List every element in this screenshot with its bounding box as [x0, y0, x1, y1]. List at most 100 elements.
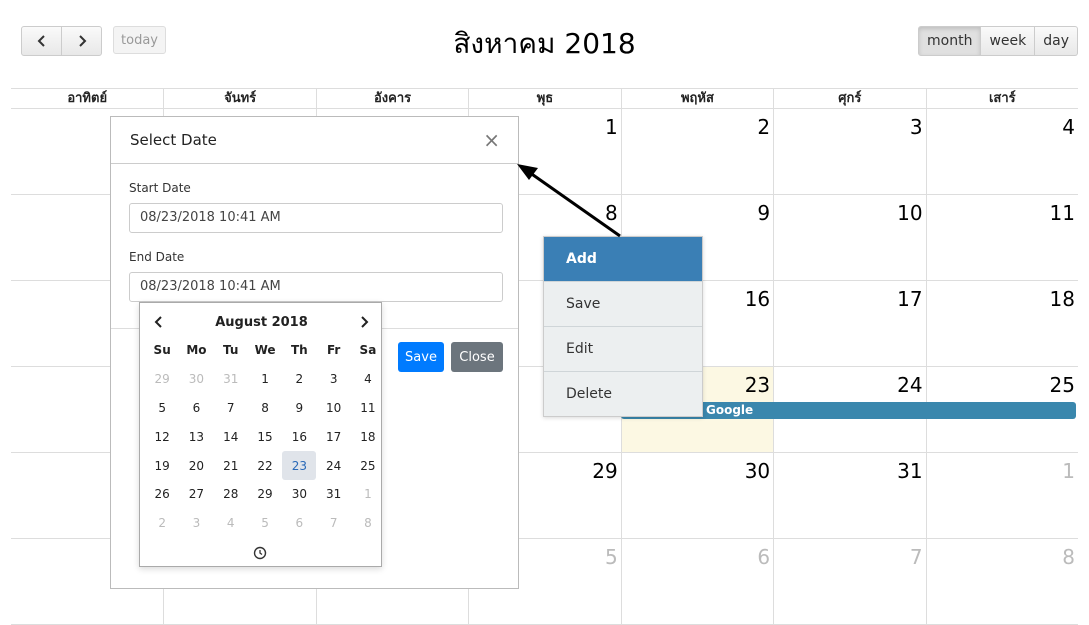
datepicker-header: August 2018 — [140, 311, 381, 333]
day-number: 17 — [897, 287, 923, 311]
day-cell[interactable]: 17 — [773, 281, 925, 366]
day-number: 30 — [744, 459, 771, 483]
chevron-left-icon[interactable] — [154, 315, 164, 329]
day-number: 1 — [1062, 459, 1075, 483]
datepicker-weekday: Tu — [223, 343, 239, 358]
day-cell[interactable]: 10 — [773, 195, 925, 280]
day-cell[interactable]: 8 — [925, 539, 1078, 624]
datepicker-day[interactable]: 25 — [351, 451, 385, 480]
day-cell[interactable]: 3 — [773, 109, 925, 194]
datepicker-day[interactable]: 1 — [351, 480, 385, 509]
context-menu-item-save[interactable]: Save — [544, 282, 702, 327]
datepicker-day[interactable]: 6 — [179, 394, 213, 423]
day-number: 8 — [1062, 545, 1075, 569]
datepicker-day[interactable]: 29 — [145, 365, 179, 394]
chevron-right-icon[interactable] — [359, 315, 369, 329]
datepicker-day[interactable]: 26 — [145, 480, 179, 509]
datepicker-day[interactable]: 2 — [282, 365, 316, 394]
day-cell[interactable]: 1 — [925, 453, 1078, 538]
day-number: 5 — [604, 545, 618, 569]
day-cell[interactable]: 7 — [773, 539, 925, 624]
day-cell[interactable]: 18 — [925, 281, 1078, 366]
start-date-input[interactable]: 08/23/2018 10:41 AM — [129, 203, 503, 233]
datepicker-month-label[interactable]: August 2018 — [215, 315, 308, 330]
datepicker-day[interactable]: 19 — [145, 451, 179, 480]
datepicker-day[interactable]: 28 — [214, 480, 248, 509]
datepicker-day[interactable]: 11 — [351, 394, 385, 423]
datepicker-day[interactable]: 29 — [248, 480, 282, 509]
datepicker-day[interactable]: 30 — [179, 365, 213, 394]
day-cell[interactable]: 31 — [773, 453, 925, 538]
datepicker-day[interactable]: 31 — [316, 480, 350, 509]
view-month-button[interactable]: month — [918, 26, 982, 56]
weekday-label: อาทิตย์ — [67, 91, 108, 106]
datepicker-day[interactable]: 3 — [179, 509, 213, 538]
datepicker-day[interactable]: 5 — [248, 509, 282, 538]
datepicker-day[interactable]: 18 — [351, 422, 385, 451]
datepicker-day[interactable]: 5 — [145, 394, 179, 423]
datepicker-day[interactable]: 21 — [214, 451, 248, 480]
datepicker-day[interactable]: 4 — [214, 509, 248, 538]
datepicker-day[interactable]: 14 — [214, 422, 248, 451]
context-menu-item-edit[interactable]: Edit — [544, 327, 702, 372]
datepicker-day-selected[interactable]: 23 — [282, 451, 317, 480]
day-number: 2 — [757, 115, 771, 139]
datepicker-day[interactable]: 13 — [179, 422, 213, 451]
datepicker-day[interactable]: 9 — [282, 394, 316, 423]
end-date-label: End Date — [129, 250, 185, 264]
clock-icon[interactable] — [253, 546, 267, 560]
datepicker-day[interactable]: 16 — [282, 422, 316, 451]
close-icon[interactable]: × — [483, 128, 500, 152]
weekday-label: อังคาร — [315, 89, 468, 109]
datepicker-day[interactable]: 4 — [351, 365, 385, 394]
datepicker-day[interactable]: 22 — [248, 451, 282, 480]
context-menu-item-delete[interactable]: Delete — [544, 372, 702, 417]
day-cell[interactable]: 6 — [620, 539, 773, 624]
day-cell[interactable]: 30 — [620, 453, 773, 538]
day-number: 9 — [757, 201, 771, 225]
datepicker-days: Su Mo Tu We Th Fr Sa 29 30 31 1 2 3 4 5 6 7 8 9 10 11 12 13 14 1… — [145, 336, 385, 538]
datepicker-day[interactable]: 12 — [145, 422, 179, 451]
datepicker-weekday: Su — [153, 343, 171, 358]
weekday-label: พฤหัส — [620, 89, 773, 109]
save-button[interactable]: Save — [398, 342, 444, 372]
datepicker-day[interactable]: 8 — [248, 394, 282, 423]
context-menu-item-add[interactable]: Add — [544, 237, 702, 282]
datepicker-day[interactable]: 27 — [179, 480, 213, 509]
weekday-label: ศุกร์ — [773, 89, 925, 109]
datepicker-day[interactable]: 1 — [248, 365, 282, 394]
datepicker-day[interactable]: 17 — [316, 422, 350, 451]
datepicker-day[interactable]: 24 — [316, 451, 350, 480]
datepicker-day[interactable]: 6 — [282, 509, 316, 538]
datepicker-weekday: Th — [290, 343, 308, 358]
datepicker-day[interactable]: 7 — [214, 394, 248, 423]
datepicker-weekday: Mo — [186, 343, 207, 358]
view-week-button[interactable]: week — [981, 26, 1036, 56]
day-number: 1 — [604, 115, 618, 139]
day-number: 3 — [909, 115, 923, 139]
view-day-button[interactable]: day — [1035, 26, 1079, 56]
view-switcher: month week day — [918, 26, 1079, 56]
datepicker-day[interactable]: 3 — [316, 365, 350, 394]
context-menu: Add Save Edit Delete — [543, 236, 703, 417]
datepicker-day[interactable]: 10 — [316, 394, 350, 423]
datepicker-day[interactable]: 30 — [282, 480, 316, 509]
weekday-label: เสาร์ — [925, 89, 1078, 109]
day-cell[interactable]: 2 — [620, 109, 773, 194]
datepicker-day[interactable]: 31 — [214, 365, 248, 394]
datepicker-day[interactable]: 20 — [179, 451, 213, 480]
datepicker-weekday: We — [254, 343, 276, 358]
datepicker-day[interactable]: 2 — [145, 509, 179, 538]
day-number: 4 — [1062, 115, 1075, 139]
close-button[interactable]: Close — [451, 342, 503, 372]
datepicker-day[interactable]: 15 — [248, 422, 282, 451]
end-date-input[interactable]: 08/23/2018 10:41 AM — [129, 272, 503, 302]
day-cell[interactable]: 11 — [925, 195, 1078, 280]
day-number: 16 — [744, 287, 771, 311]
weekday-header: อาทิตย์ จันทร์ อังคาร พุธ พฤหัส ศุกร์ เส… — [11, 88, 1078, 109]
day-number: 8 — [604, 201, 618, 225]
datepicker-day[interactable]: 7 — [316, 509, 350, 538]
datepicker-day[interactable]: 8 — [351, 509, 385, 538]
day-cell[interactable]: 4 — [925, 109, 1078, 194]
modal-header: Select Date × — [111, 117, 518, 164]
